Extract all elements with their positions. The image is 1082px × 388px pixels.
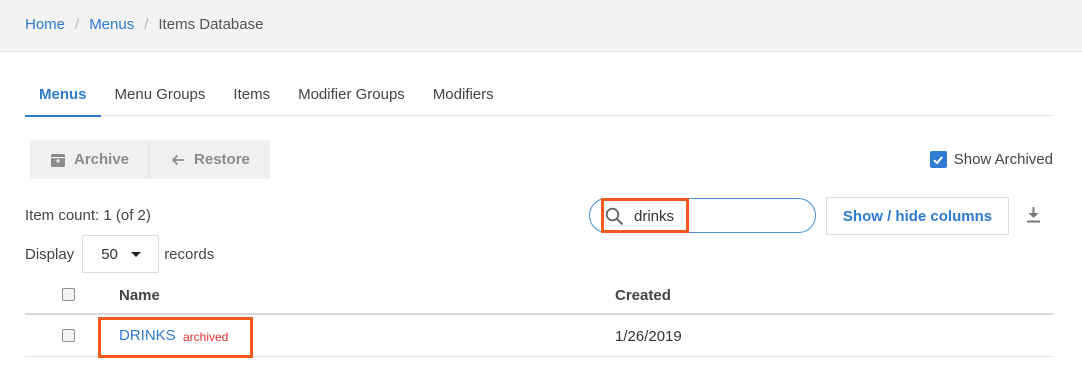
top-bar: Home / Menus / Items Database xyxy=(0,0,1082,52)
check-icon xyxy=(933,155,944,164)
breadcrumb-home[interactable]: Home xyxy=(25,16,65,33)
item-count: Item count: 1 (of 2) xyxy=(25,207,151,224)
breadcrumb-separator: / xyxy=(144,16,149,33)
arrow-left-icon xyxy=(170,152,186,168)
archive-label: Archive xyxy=(74,151,130,168)
action-button-group: Archive Restore xyxy=(30,140,270,179)
row-checkbox[interactable] xyxy=(62,329,75,342)
page-size-value: 50 xyxy=(101,245,118,263)
table-header: Name Created xyxy=(25,277,1053,315)
column-header-name[interactable]: Name xyxy=(119,287,160,304)
search-input[interactable] xyxy=(634,205,804,227)
display-prefix: Display xyxy=(25,245,75,263)
column-header-created[interactable]: Created xyxy=(615,287,671,304)
show-archived-toggle[interactable]: Show Archived xyxy=(929,151,1053,168)
tab-menus[interactable]: Menus xyxy=(25,74,101,117)
table-row: DRINKS archived 1/26/2019 xyxy=(25,315,1053,357)
restore-label: Restore xyxy=(194,151,250,168)
display-suffix: records xyxy=(164,245,215,263)
show-hide-columns-button[interactable]: Show / hide columns xyxy=(826,197,1009,235)
search-icon xyxy=(605,207,624,230)
breadcrumb-separator: / xyxy=(75,16,80,33)
menus-table: Name Created DRINKS archived 1/26/2019 xyxy=(25,277,1053,357)
breadcrumb-current: Items Database xyxy=(158,16,264,33)
archived-badge: archived xyxy=(183,330,229,344)
show-archived-checkbox[interactable] xyxy=(929,151,947,168)
breadcrumb-menus[interactable]: Menus xyxy=(89,16,134,33)
page-size-control: Display 50 records xyxy=(25,235,214,273)
row-name-link[interactable]: DRINKS xyxy=(119,327,176,344)
search-box xyxy=(589,198,816,233)
tab-modifier-groups[interactable]: Modifier Groups xyxy=(284,74,419,116)
tab-menu-groups[interactable]: Menu Groups xyxy=(101,74,220,116)
page-size-select[interactable]: 50 xyxy=(82,235,160,273)
show-archived-label: Show Archived xyxy=(953,151,1053,168)
restore-button[interactable]: Restore xyxy=(149,140,270,179)
select-all-checkbox[interactable] xyxy=(62,288,75,301)
archive-button[interactable]: Archive xyxy=(30,140,149,179)
breadcrumb: Home / Menus / Items Database xyxy=(25,16,263,33)
archive-icon xyxy=(50,152,66,168)
tab-bar: Menus Menu Groups Items Modifier Groups … xyxy=(25,74,1053,117)
download-icon[interactable] xyxy=(1025,206,1042,228)
chevron-down-icon xyxy=(131,252,142,257)
tab-items[interactable]: Items xyxy=(219,74,284,116)
row-created-date: 1/26/2019 xyxy=(615,328,682,345)
tab-modifiers[interactable]: Modifiers xyxy=(419,74,508,116)
